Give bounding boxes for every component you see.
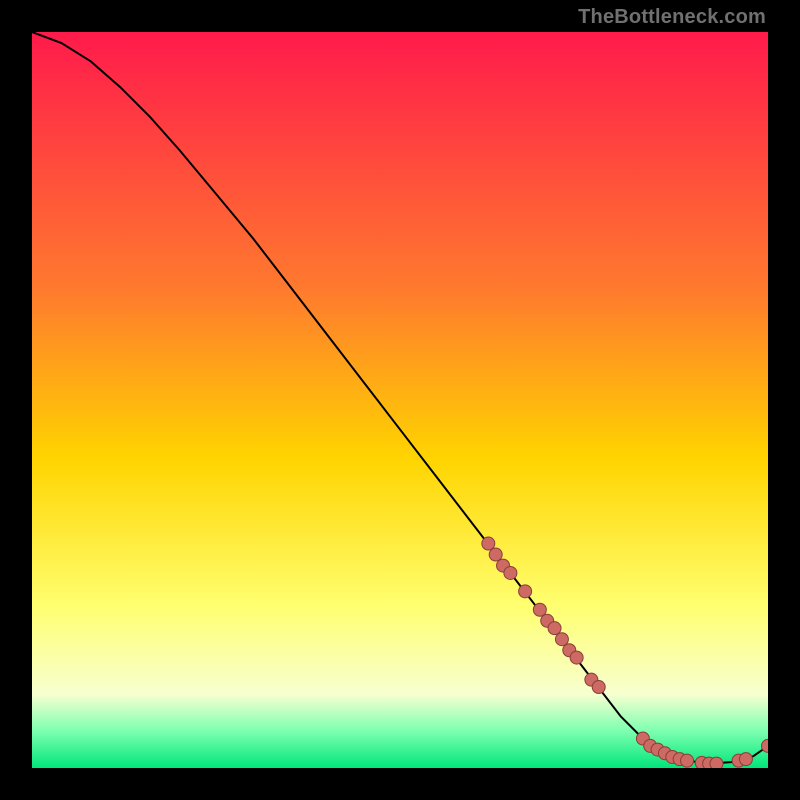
data-point [681, 754, 694, 767]
data-point [519, 585, 532, 598]
data-point [533, 603, 546, 616]
watermark-text: TheBottleneck.com [578, 6, 766, 29]
data-point [710, 757, 723, 768]
bottleneck-chart [32, 32, 768, 768]
chart-frame [32, 32, 768, 768]
data-point [489, 548, 502, 561]
data-point [548, 622, 561, 635]
data-point [592, 681, 605, 694]
data-point [555, 633, 568, 646]
data-point [482, 537, 495, 550]
data-point [504, 566, 517, 579]
data-point [739, 753, 752, 766]
data-point [570, 651, 583, 664]
gradient-background [32, 32, 768, 768]
